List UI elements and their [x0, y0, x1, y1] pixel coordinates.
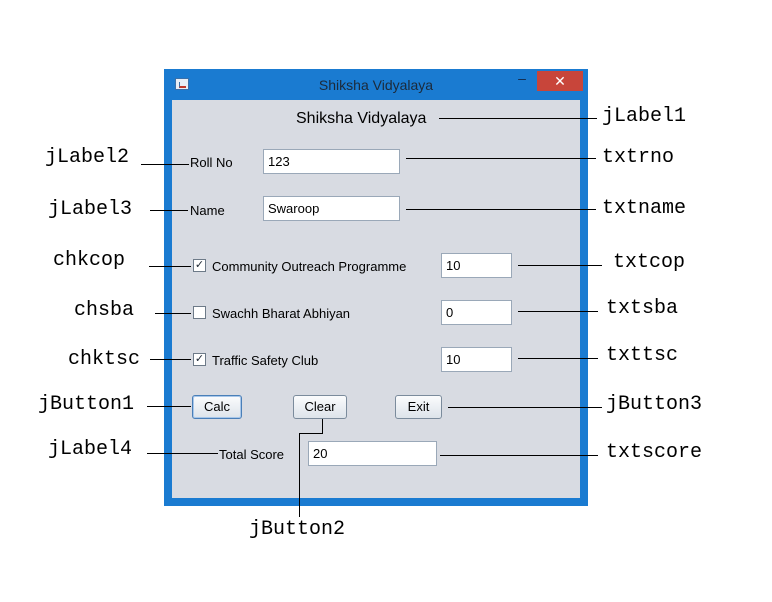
txttsc-leader-line [518, 358, 598, 359]
name-field[interactable]: Swaroop [263, 196, 400, 221]
annotation-jbutton1: jButton1 [38, 393, 135, 416]
annotation-jlabel3: jLabel3 [48, 198, 133, 221]
check-icon: ✓ [194, 259, 205, 271]
exit-button[interactable]: Exit [395, 395, 442, 419]
jlabel4-leader-line [147, 453, 218, 454]
annotation-jbutton2: jButton2 [249, 518, 346, 541]
jlabel3-leader-line [150, 210, 188, 211]
chsba-leader-line [155, 313, 191, 314]
clear-button[interactable]: Clear [293, 395, 347, 419]
annotation-txtsba: txtsba [606, 297, 679, 320]
txtsba-leader-line [518, 311, 598, 312]
calc-button[interactable]: Calc [192, 395, 242, 419]
community-outreach-score-field[interactable]: 10 [441, 253, 512, 278]
jbutton2-leader-line [299, 433, 300, 517]
title-bar[interactable]: Shiksha Vidyalaya – ✕ [164, 69, 588, 100]
annotation-jbutton3: jButton3 [606, 393, 703, 416]
swachh-bharat-checkbox[interactable] [193, 306, 206, 319]
annotation-jlabel4: jLabel4 [48, 438, 133, 461]
jbutton2-leader-line [322, 419, 323, 434]
total-score-label: Total Score [219, 447, 285, 462]
swachh-bharat-label[interactable]: Swachh Bharat Abhiyan [212, 306, 350, 321]
community-outreach-label[interactable]: Community Outreach Programme [212, 259, 406, 274]
traffic-safety-label[interactable]: Traffic Safety Club [212, 353, 318, 368]
traffic-safety-score-field[interactable]: 10 [441, 347, 512, 372]
total-score-field[interactable]: 20 [308, 441, 437, 466]
minimize-button[interactable]: – [509, 71, 535, 88]
jbutton3-leader-line [448, 407, 602, 408]
jlabel1-leader-line [439, 118, 597, 119]
annotation-chktsc: chktsc [68, 348, 141, 371]
community-outreach-checkbox[interactable]: ✓ [193, 259, 206, 272]
txtname-leader-line [406, 209, 596, 210]
close-button[interactable]: ✕ [537, 71, 583, 91]
chktsc-leader-line [150, 359, 191, 360]
check-icon: ✓ [194, 353, 205, 365]
roll-no-label: Roll No [190, 155, 233, 170]
annotation-jlabel2: jLabel2 [45, 146, 130, 169]
annotation-txtname: txtname [602, 197, 687, 220]
annotation-txtcop: txtcop [613, 251, 686, 274]
roll-no-field[interactable]: 123 [263, 149, 400, 174]
annotation-jlabel1: jLabel1 [602, 105, 687, 128]
jbutton1-leader-line [147, 406, 191, 407]
jbutton2-leader-line [299, 433, 323, 434]
annotation-chsba: chsba [74, 299, 135, 322]
chkcop-leader-line [149, 266, 191, 267]
annotation-chkcop: chkcop [53, 249, 126, 272]
traffic-safety-checkbox[interactable]: ✓ [193, 353, 206, 366]
txtrno-leader-line [406, 158, 596, 159]
txtscore-leader-line [440, 455, 598, 456]
form-heading: Shiksha Vidyalaya [296, 110, 427, 127]
txtcop-leader-line [518, 265, 602, 266]
swachh-bharat-score-field[interactable]: 0 [441, 300, 512, 325]
annotation-txtscore: txtscore [606, 441, 703, 464]
jlabel2-leader-line [141, 164, 189, 165]
annotation-txtrno: txtrno [602, 146, 675, 169]
annotation-txttsc: txttsc [606, 344, 679, 367]
name-label: Name [190, 203, 225, 218]
